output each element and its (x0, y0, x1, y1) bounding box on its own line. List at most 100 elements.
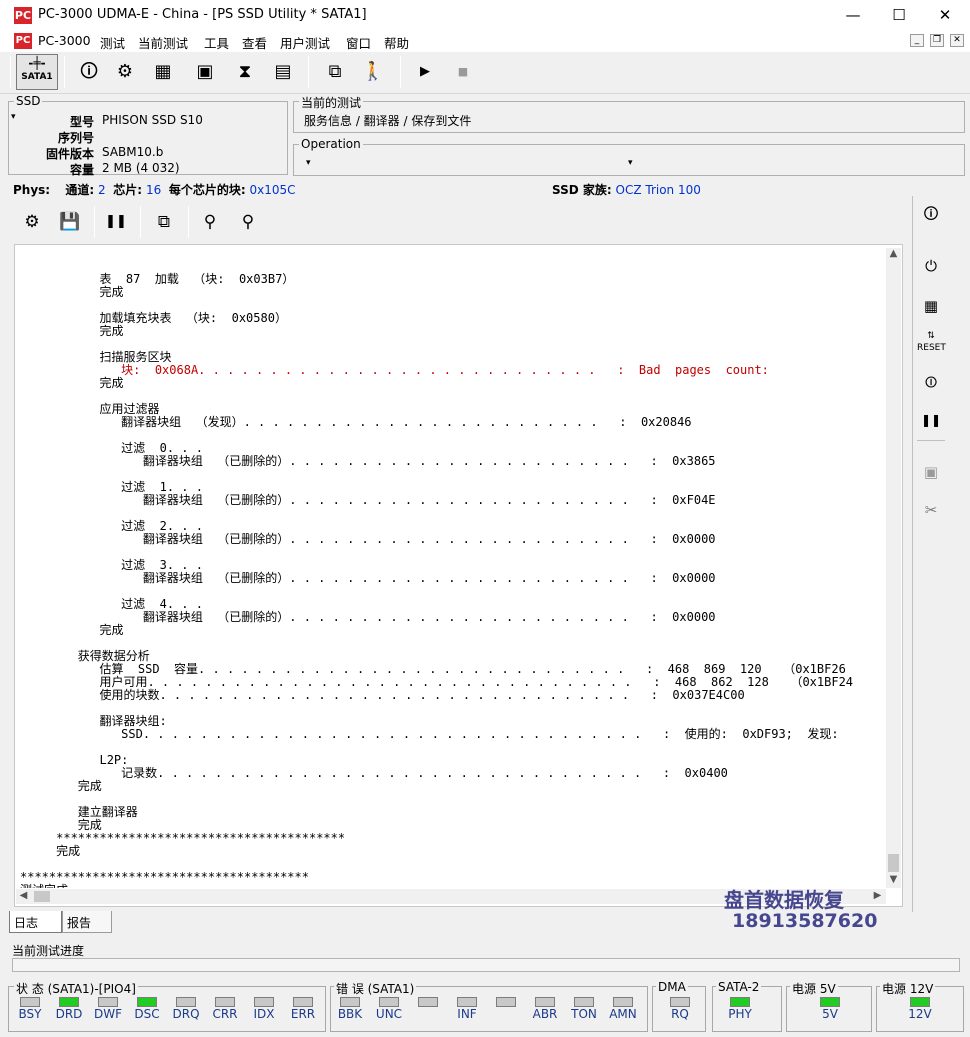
toolbar-separator (400, 56, 401, 88)
settings-chip-icon[interactable]: ⚙ (18, 208, 46, 236)
scroll-right-icon[interactable]: ▶ (870, 890, 885, 901)
error-leds: BBK UNC INF ABR TON AMN (330, 997, 646, 1029)
tab-log[interactable]: 日志 (9, 911, 62, 933)
copy-pages-icon[interactable]: ⧉ (150, 208, 178, 236)
info-scroll-icon[interactable]: 🛈 (917, 200, 945, 228)
status-led-label: DSC (134, 1007, 160, 1021)
stop-icon[interactable]: ■ (448, 56, 478, 88)
close-button[interactable]: ✕ (922, 0, 968, 30)
module-icon[interactable]: ▣ (190, 56, 220, 88)
error-status-title: 错 误 (SATA1) (334, 980, 417, 997)
save-icon[interactable]: 💾 (56, 208, 84, 236)
dma-leds: RQ (660, 997, 700, 1029)
channels-label: 通道: (65, 183, 95, 197)
status-led (98, 997, 118, 1007)
menu-user-test[interactable]: 用户测试 (280, 33, 330, 52)
dma-status-title: DMA (656, 980, 688, 994)
scroll-thumb[interactable] (888, 854, 899, 872)
power-cycle-icon[interactable]: ⏻ (917, 252, 945, 280)
grid-icon[interactable]: ▤ (268, 56, 298, 88)
menu-current-test[interactable]: 当前测试 (138, 33, 188, 52)
toolbar-separator (64, 56, 65, 88)
chips-value: 16 (145, 183, 162, 197)
search-next-binoculars-icon[interactable]: ⚲ (234, 208, 262, 236)
scroll-left-icon[interactable]: ◀ (16, 890, 31, 901)
status-led (730, 997, 750, 1007)
log-line: 完成 (20, 844, 81, 858)
menu-test[interactable]: 测试 (100, 33, 125, 52)
app-logo-icon[interactable]: PC (14, 7, 32, 24)
menu-pc3000[interactable]: PC-3000 (38, 33, 91, 48)
power12-status-title: 电源 12V (880, 980, 936, 997)
play-icon[interactable]: ▶ (410, 56, 440, 88)
log-line: 表 87 加载 （块: 0x03B7） (20, 272, 295, 286)
power5-status-title: 电源 5V (790, 980, 838, 997)
toolbar-separator (188, 206, 189, 238)
status-indicator: ERR (283, 997, 323, 1021)
main-toolbar (0, 52, 970, 94)
log-line: 完成 (20, 376, 124, 390)
status-led (496, 997, 516, 1007)
progress-label: 当前测试进度 (12, 944, 85, 958)
status-led (418, 997, 438, 1007)
current-test-title: 当前的测试 (299, 94, 364, 111)
search-binoculars-icon[interactable]: ⚲ (196, 208, 224, 236)
power-switch-icon[interactable]: ⏼ (917, 368, 945, 396)
chips-label: 芯片: (113, 183, 143, 197)
pause-icon[interactable]: ❚❚ (917, 406, 945, 434)
chip-disabled-icon[interactable]: ▣ (917, 458, 945, 486)
chip-icon[interactable]: ⚙ (110, 56, 140, 88)
sata1-port-button[interactable]: -╪- SATA1 (16, 54, 58, 90)
capacity-value: 2 MB (4 032) (102, 161, 180, 175)
power12-leds: 12V (900, 997, 940, 1029)
menu-tools[interactable]: 工具 (204, 33, 229, 52)
status-led-label: DRQ (172, 1007, 200, 1021)
chip-config-icon[interactable]: ▦ (917, 292, 945, 320)
status-indicator: BSY (10, 997, 50, 1021)
status-indicator: 12V (900, 997, 940, 1021)
menu-help[interactable]: 帮助 (384, 33, 409, 52)
memory-icon[interactable]: ▦ (148, 56, 178, 88)
copy-icon[interactable]: ⧉ (320, 56, 350, 88)
watermark-company: 盘首数据恢复 (724, 888, 844, 912)
scroll-down-icon[interactable]: ▼ (886, 874, 901, 885)
run-icon[interactable]: 🚶 (358, 56, 388, 88)
operation-select[interactable]: ▾ ▾ (300, 158, 640, 174)
hscroll-thumb[interactable] (34, 891, 50, 902)
reset-icon[interactable]: ⇅ RESET (917, 330, 946, 358)
status-indicator: INF (447, 997, 487, 1021)
status-indicator: IDX (244, 997, 284, 1021)
vertical-scrollbar[interactable]: ▲ ▼ (886, 248, 901, 888)
mdi-close-button[interactable]: ✕ (950, 34, 964, 47)
toolbar-separator (94, 206, 95, 238)
pause-icon[interactable]: ❚❚ (102, 208, 130, 236)
menu-view[interactable]: 查看 (242, 33, 267, 52)
status-indicator: CRR (205, 997, 245, 1021)
status-led (137, 997, 157, 1007)
status-led-label: BBK (337, 1007, 363, 1021)
mdi-minimize-button[interactable]: _ (910, 34, 924, 47)
power5-leds: 5V (810, 997, 850, 1029)
maximize-button[interactable]: ☐ (876, 0, 922, 30)
toolbar-separator (308, 56, 309, 88)
tools-icon[interactable]: ✂ (917, 496, 945, 524)
scroll-up-icon[interactable]: ▲ (886, 248, 901, 259)
status-led (379, 997, 399, 1007)
status-indicator: UNC (369, 997, 409, 1021)
status-led-label: INF (457, 1007, 477, 1021)
status-led (215, 997, 235, 1007)
mdi-system-menu-icon[interactable]: PC (14, 33, 32, 49)
mdi-restore-button[interactable]: ❐ (930, 34, 944, 47)
log-line: 翻译器块组 （已删除的）. . . . . . . . . . . . . . … (20, 532, 716, 546)
hourglass-icon[interactable]: ⧗ (230, 56, 260, 88)
status-indicator: RQ (660, 997, 700, 1021)
status-led-label: 5V (822, 1007, 838, 1021)
blocks-value: 0x105C (249, 183, 296, 197)
minimize-button[interactable]: — (830, 0, 876, 30)
channels-value: 2 (98, 183, 106, 197)
tab-report[interactable]: 报告 (62, 911, 112, 933)
info-icon[interactable]: 🛈 (74, 56, 104, 88)
menu-window[interactable]: 窗口 (346, 33, 371, 52)
log-line: 建立翻译器 (20, 805, 138, 819)
